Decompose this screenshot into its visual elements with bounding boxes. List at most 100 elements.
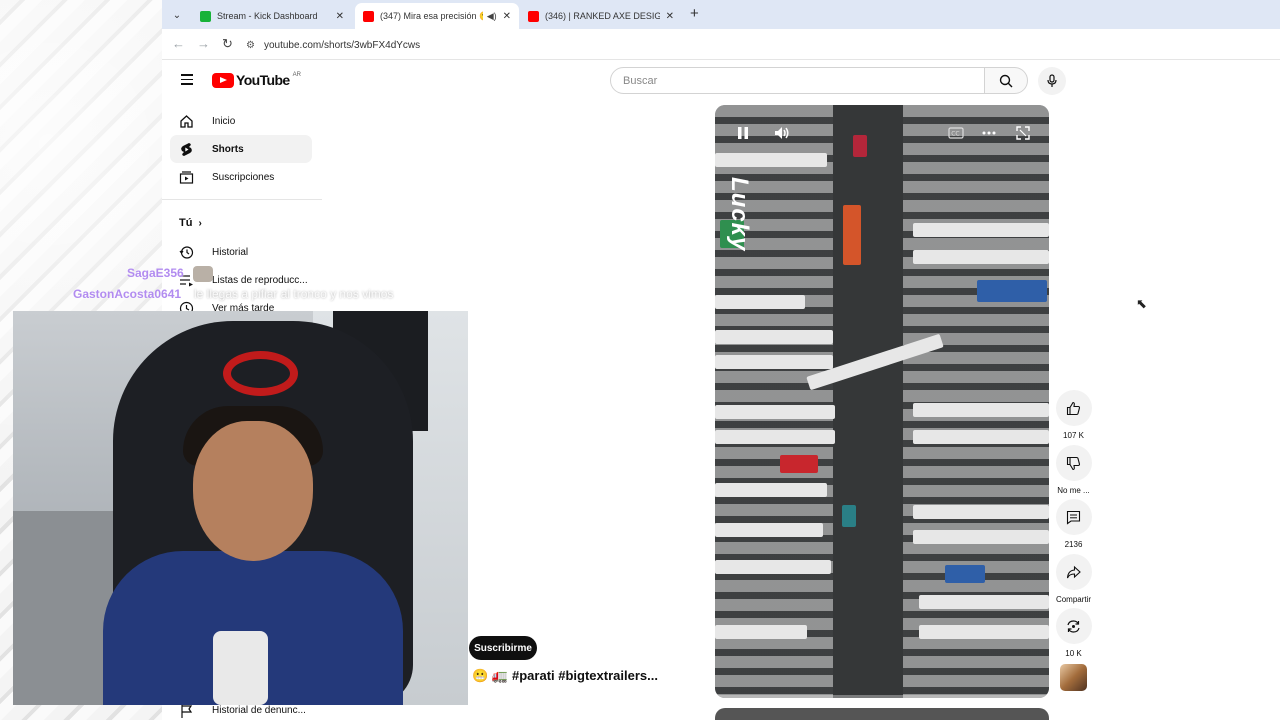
sidebar-item-label: Listas de reproducc... <box>212 274 308 286</box>
title-emoji: 😬 🚛 <box>472 668 508 683</box>
dislike-label: No me ... <box>1057 486 1090 495</box>
url-text: youtube.com/shorts/3wbFX4dYcws <box>263 39 421 51</box>
comments-button[interactable] <box>1055 499 1092 535</box>
browser-tab-bar: ⌄ Stream - Kick Dashboard ✕ (347) Mira e… <box>162 0 1280 29</box>
channel-avatar[interactable] <box>1060 664 1087 691</box>
sidebar-item-label: Shorts <box>212 143 244 155</box>
chevron-right-icon: › <box>198 217 202 229</box>
closed-captions-icon: CC <box>948 127 964 139</box>
sidebar-item-label: Historial <box>212 246 249 258</box>
tab-title: (347) Mira esa precisión 😮 <box>380 10 483 21</box>
sidebar-item-label: Historial de denunc... <box>212 704 306 716</box>
sidebar-you-heading[interactable]: Tú › <box>162 208 322 238</box>
speaker-icon[interactable]: ◀) <box>487 11 497 22</box>
expand-icon <box>1016 126 1030 140</box>
tab-close-icon[interactable]: ✕ <box>503 11 511 22</box>
youtube-play-icon <box>212 72 234 88</box>
search-icon <box>999 74 1013 87</box>
like-count: 107 K <box>1063 431 1084 440</box>
short-video-player[interactable]: Lucky CC <box>715 105 1049 698</box>
home-icon <box>180 115 193 128</box>
tab-close-icon[interactable]: ✕ <box>336 11 344 22</box>
comments-action[interactable]: 2136 <box>1055 499 1092 549</box>
remix-count: 10 K <box>1065 649 1082 658</box>
more-horizontal-icon <box>982 131 996 135</box>
dislike-button[interactable] <box>1055 445 1092 481</box>
streamer-webcam <box>13 311 468 705</box>
chat-username: SagaE356 <box>127 266 184 280</box>
flag-icon <box>181 705 193 718</box>
video-progress-track[interactable] <box>715 695 1049 698</box>
sidebar-item-label: Suscripciones <box>212 171 275 183</box>
tab-search-dropdown-icon[interactable]: ⌄ <box>168 6 186 24</box>
you-heading-label: Tú <box>179 217 193 229</box>
search-input[interactable] <box>610 67 985 94</box>
voice-search-button[interactable] <box>1038 67 1066 95</box>
like-button[interactable] <box>1055 390 1092 426</box>
captions-button[interactable]: CC <box>944 121 968 145</box>
video-frame-road <box>833 105 903 698</box>
youtube-logo[interactable]: YouTube AR <box>212 72 301 88</box>
video-watermark-text: Lucky <box>726 177 753 252</box>
youtube-favicon-icon <box>363 10 374 22</box>
menu-icon[interactable] <box>181 74 193 85</box>
short-title[interactable]: 😬 🚛 #parati #bigtextrailers... <box>472 668 658 684</box>
chat-username: GastonAcosta0641 <box>73 287 182 301</box>
sidebar-item-history[interactable]: Historial <box>162 238 322 266</box>
chat-emote-icon <box>193 266 213 282</box>
site-info-icon[interactable]: ⚙ <box>246 40 255 51</box>
share-label: Compartir <box>1055 595 1092 604</box>
sidebar-item-home[interactable]: Inicio <box>162 107 322 135</box>
search-button[interactable] <box>984 67 1028 94</box>
url-field[interactable]: ⚙ youtube.com/shorts/3wbFX4dYcws <box>246 33 1276 57</box>
remix-action[interactable]: 10 K <box>1055 608 1092 658</box>
youtube-header: YouTube AR <box>162 60 1280 102</box>
share-action[interactable]: Compartir <box>1055 554 1092 604</box>
volume-button[interactable] <box>770 121 794 145</box>
youtube-wordmark: YouTube <box>236 72 290 88</box>
more-options-button[interactable] <box>977 121 1001 145</box>
region-code: AR <box>292 72 301 78</box>
tab-title: Stream - Kick Dashboard <box>217 11 318 21</box>
forward-arrow-icon[interactable]: → <box>197 36 210 51</box>
remix-button[interactable] <box>1055 608 1092 644</box>
tab-kick-dashboard[interactable]: Stream - Kick Dashboard ✕ <box>192 3 352 29</box>
pause-button[interactable] <box>731 121 755 145</box>
chat-message: le llegas a pifiar al tronco y nos vimos <box>194 287 394 301</box>
sidebar-item-shorts[interactable]: Shorts <box>170 135 312 163</box>
volume-icon <box>775 127 789 139</box>
back-arrow-icon[interactable]: ← <box>172 36 185 51</box>
new-tab-plus-icon[interactable]: + <box>690 5 699 22</box>
dislike-action[interactable]: No me ... <box>1055 445 1092 495</box>
thumbs-up-icon <box>1066 401 1081 415</box>
shorts-icon <box>181 143 192 156</box>
comment-count: 2136 <box>1064 540 1083 549</box>
subscribe-button[interactable]: Suscribirme <box>469 636 537 660</box>
next-short-preview[interactable] <box>715 708 1049 720</box>
history-icon <box>179 246 194 259</box>
browser-address-bar: ← → ↻ ⚙ youtube.com/shorts/3wbFX4dYcws <box>162 29 1280 60</box>
pause-icon <box>738 127 748 139</box>
kick-favicon-icon <box>200 10 211 22</box>
comment-icon <box>1066 510 1081 525</box>
subscriptions-icon <box>179 171 194 184</box>
microphone-icon <box>1047 74 1057 87</box>
tab-close-icon[interactable]: ✕ <box>666 11 674 22</box>
remix-icon <box>1067 619 1080 633</box>
like-action[interactable]: 107 K <box>1055 390 1092 440</box>
tab-ranked-axe-designs[interactable]: (346) | RANKED AXE DESIGNS 🪓 ✕ <box>520 3 682 29</box>
fullscreen-button[interactable] <box>1011 121 1035 145</box>
reload-icon[interactable]: ↻ <box>222 36 233 52</box>
sidebar-item-subscriptions[interactable]: Suscripciones <box>162 163 322 191</box>
sidebar-item-label: Inicio <box>212 115 236 127</box>
sidebar-divider <box>162 199 322 200</box>
tab-youtube-short[interactable]: (347) Mira esa precisión 😮 ◀) ✕ <box>355 3 519 29</box>
tab-title: (346) | RANKED AXE DESIGNS 🪓 <box>545 10 660 21</box>
share-icon <box>1066 565 1081 578</box>
youtube-favicon-icon <box>528 10 539 22</box>
thumbs-down-icon <box>1066 456 1081 470</box>
mouse-cursor-icon: ⬉ <box>1136 296 1147 311</box>
share-button[interactable] <box>1055 554 1092 590</box>
svg-text:CC: CC <box>951 131 959 138</box>
title-hashtags[interactable]: #parati #bigtextrailers... <box>512 668 658 683</box>
